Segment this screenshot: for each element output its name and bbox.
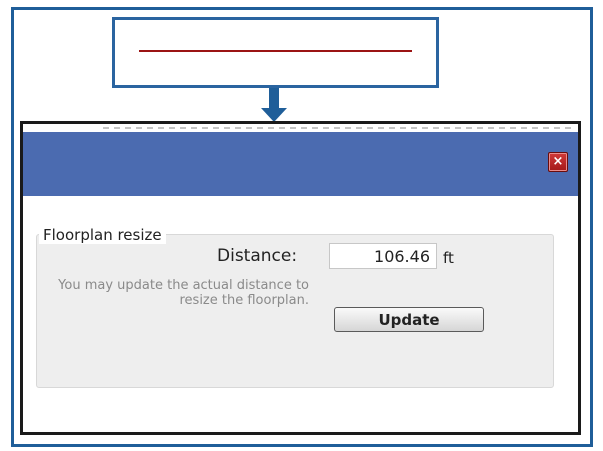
down-arrow-head [261,108,287,122]
callout-box [112,17,439,88]
close-icon[interactable]: × [548,152,568,172]
dialog-top-edge [103,127,573,129]
dialog-body: Floorplan resize Distance: ft You may up… [23,196,578,432]
dialog-titlebar[interactable]: × [23,132,578,196]
down-arrow-icon [269,88,279,108]
callout-underline [139,50,412,52]
help-text: You may update the actual distance to re… [58,278,309,308]
distance-input[interactable] [329,243,437,269]
unit-label: ft [443,249,454,267]
floorplan-resize-dialog: × Floorplan resize Distance: ft You may … [20,121,581,435]
distance-label: Distance: [217,246,298,266]
section-title: Floorplan resize [39,226,166,244]
update-button[interactable]: Update [334,307,484,332]
